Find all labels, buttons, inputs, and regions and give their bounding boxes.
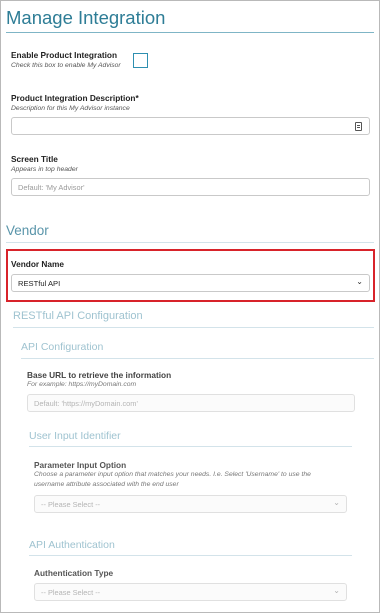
api-config-divider (21, 358, 374, 359)
screen-title-placeholder: Default: 'My Advisor' (18, 183, 85, 192)
base-url-label: Base URL to retrieve the information (27, 370, 172, 380)
param-input-hint-line1: Choose a parameter input option that mat… (34, 471, 311, 478)
user-input-divider (29, 446, 352, 447)
chevron-down-icon: ⌄ (333, 586, 340, 595)
title-divider (6, 32, 374, 33)
page-title: Manage Integration (6, 7, 166, 28)
restful-config-divider (13, 327, 374, 328)
base-url-input[interactable]: Default: 'https://myDomain.com' (27, 394, 355, 412)
vendor-name-select[interactable]: RESTful API ⌄ (11, 274, 370, 292)
api-config-title: API Configuration (21, 341, 104, 353)
description-hint: Description for this My Advisor instance (11, 105, 130, 112)
enable-integration-checkbox[interactable] (133, 53, 148, 68)
window-frame (0, 0, 380, 613)
param-input-select[interactable]: -- Please Select -- ⌄ (34, 495, 347, 513)
vendor-name-selected: RESTful API (18, 278, 61, 288)
document-icon (355, 122, 362, 131)
screen-title-hint: Appears in top header (11, 166, 78, 173)
vendor-section-title: Vendor (6, 223, 49, 238)
base-url-hint: For example: https://myDomain.com (27, 381, 137, 388)
enable-integration-hint: Check this box to enable My Advisor (11, 62, 121, 69)
screen-title-input[interactable]: Default: 'My Advisor' (11, 178, 370, 196)
chevron-down-icon: ⌄ (356, 277, 363, 286)
description-input[interactable] (11, 117, 370, 135)
auth-type-selected: -- Please Select -- (41, 588, 101, 597)
param-input-label: Parameter Input Option (34, 460, 127, 470)
base-url-placeholder: Default: 'https://myDomain.com' (34, 399, 138, 408)
api-auth-divider (29, 555, 352, 556)
param-input-selected: -- Please Select -- (41, 500, 101, 509)
auth-type-select[interactable]: -- Please Select -- ⌄ (34, 583, 347, 601)
api-auth-title: API Authentication (29, 539, 115, 551)
screen-title-label: Screen Title (11, 154, 58, 164)
enable-integration-label: Enable Product Integration (11, 50, 118, 60)
vendor-divider (6, 242, 374, 243)
chevron-down-icon: ⌄ (333, 498, 340, 507)
auth-type-label: Authentication Type (34, 568, 114, 578)
user-input-title: User Input Identifier (29, 430, 121, 442)
restful-config-title: RESTful API Configuration (13, 310, 143, 322)
description-label: Product Integration Description* (11, 93, 139, 103)
vendor-name-label: Vendor Name (11, 259, 65, 269)
param-input-hint-line2: username attribute associated with the e… (34, 481, 179, 488)
